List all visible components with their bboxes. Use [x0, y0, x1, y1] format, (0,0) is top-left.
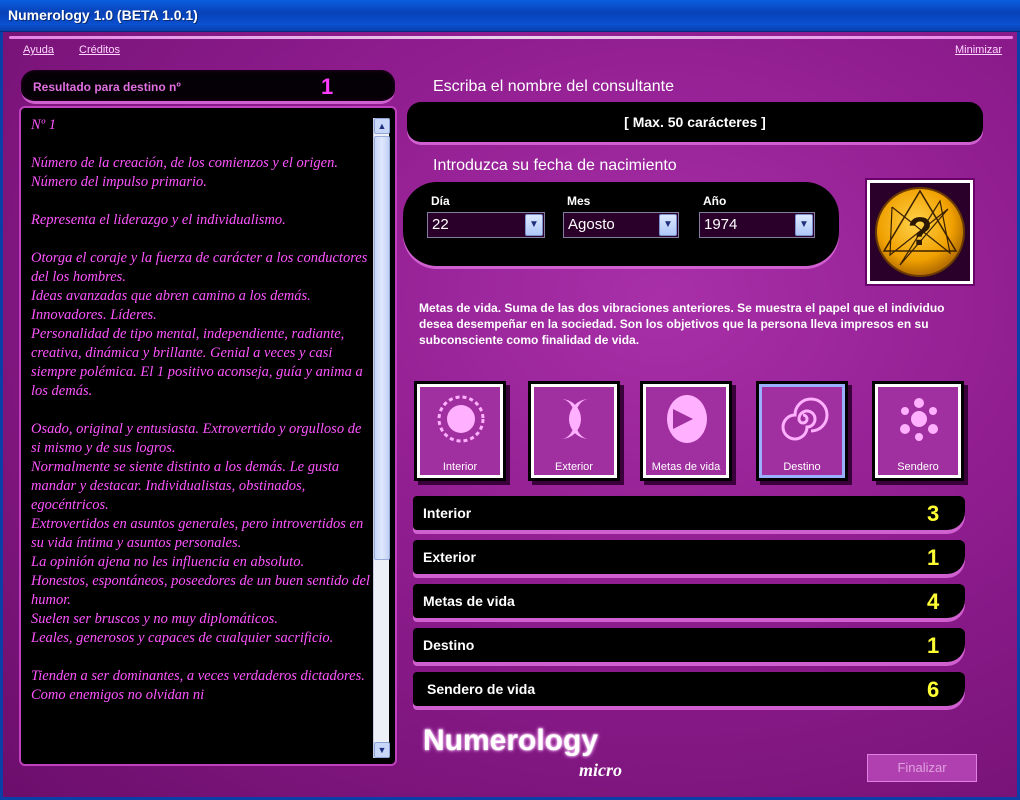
result-text-panel[interactable]: Nº 1 Número de la creación, de los comie… [21, 108, 395, 764]
chevron-down-icon[interactable]: ▼ [525, 214, 543, 236]
scroll-up-icon[interactable]: ▲ [374, 118, 390, 134]
result-row-value: 1 [927, 545, 940, 570]
result-text: Nº 1 Número de la creación, de los comie… [31, 117, 370, 703]
finish-button[interactable]: Finalizar [867, 754, 977, 782]
result-row-exterior: Exterior 1 [413, 540, 965, 574]
result-row-metas-de-vida: Metas de vida 4 [413, 584, 965, 618]
card-label: Destino [783, 461, 821, 473]
result-row-value: 6 [927, 677, 940, 702]
name-placeholder: [ Max. 50 carácteres ] [624, 114, 766, 130]
sun-icon [437, 395, 485, 443]
year-select[interactable]: 1974 ▼ [699, 212, 815, 238]
card-metas-de-vida[interactable]: Metas de vida [643, 384, 729, 478]
enneagram-button[interactable]: ? [867, 180, 973, 284]
result-row-interior: Interior 3 [413, 496, 965, 530]
card-interior[interactable]: Interior [417, 384, 503, 478]
result-row-value: 3 [927, 501, 940, 526]
result-row-destino: Destino 1 [413, 628, 965, 662]
scroll-down-icon[interactable]: ▼ [374, 742, 390, 758]
app-window: Ayuda Créditos Minimizar Resultado para … [0, 32, 1020, 800]
result-header: Resultado para destino nº 1 [21, 70, 395, 104]
result-row-label: Destino [423, 637, 475, 653]
description-text: Metas de vida. Suma de las dos vibracion… [419, 301, 945, 347]
result-row-label: Exterior [423, 549, 476, 565]
result-number: 1 [321, 74, 334, 99]
svg-text:?: ? [908, 210, 932, 254]
app-logo: Numerology [423, 724, 599, 757]
scrollbar[interactable]: ▲ ▼ [373, 118, 390, 758]
result-row-label: Metas de vida [423, 593, 515, 609]
help-link[interactable]: Ayuda [23, 44, 54, 56]
day-value: 22 [432, 216, 449, 233]
day-select[interactable]: 22 ▼ [427, 212, 545, 238]
window-title: Numerology 1.0 (BETA 1.0.1) [8, 7, 198, 23]
card-label: Metas de vida [651, 461, 721, 473]
chevron-down-icon[interactable]: ▼ [659, 214, 677, 236]
arrow-icon [667, 395, 707, 443]
app-logo-sub: micro [579, 760, 622, 780]
credits-link[interactable]: Créditos [79, 44, 120, 56]
year-label: Año [703, 194, 727, 208]
birthdate-panel: Día 22 ▼ Mes Agosto ▼ Año 1974 ▼ [403, 182, 839, 266]
birth-title: Introduzca su fecha de nacimiento [433, 157, 677, 174]
spiral-icon [781, 397, 829, 441]
day-label: Día [431, 194, 450, 208]
scroll-thumb[interactable] [374, 136, 390, 560]
card-sendero[interactable]: Sendero [875, 384, 961, 478]
card-label: Sendero [897, 461, 939, 473]
result-row-label: Sendero de vida [427, 681, 536, 697]
result-row-value: 1 [927, 633, 940, 658]
card-label: Interior [442, 461, 478, 473]
result-row-label: Interior [423, 505, 472, 521]
year-value: 1974 [704, 216, 738, 233]
result-row-value: 4 [927, 589, 940, 614]
circles-icon [900, 398, 938, 441]
result-row-sendero-de-vida: Sendero de vida 6 [413, 672, 965, 706]
minimize-link[interactable]: Minimizar [955, 44, 1002, 56]
card-destino[interactable]: Destino [759, 384, 845, 478]
name-title: Escriba el nombre del consultante [433, 78, 675, 95]
crescents-icon [561, 399, 589, 439]
title-bar: Numerology 1.0 (BETA 1.0.1) [0, 0, 1020, 32]
top-divider [9, 36, 1013, 39]
month-select[interactable]: Agosto ▼ [563, 212, 679, 238]
enneagram-icon: ? [875, 187, 965, 277]
result-header-label: Resultado para destino nº [33, 80, 181, 94]
card-label: Exterior [555, 461, 593, 473]
chevron-down-icon[interactable]: ▼ [795, 214, 813, 236]
name-input[interactable]: [ Max. 50 carácteres ] [407, 102, 983, 142]
card-exterior[interactable]: Exterior [531, 384, 617, 478]
month-label: Mes [567, 194, 591, 208]
month-value: Agosto [568, 216, 615, 233]
